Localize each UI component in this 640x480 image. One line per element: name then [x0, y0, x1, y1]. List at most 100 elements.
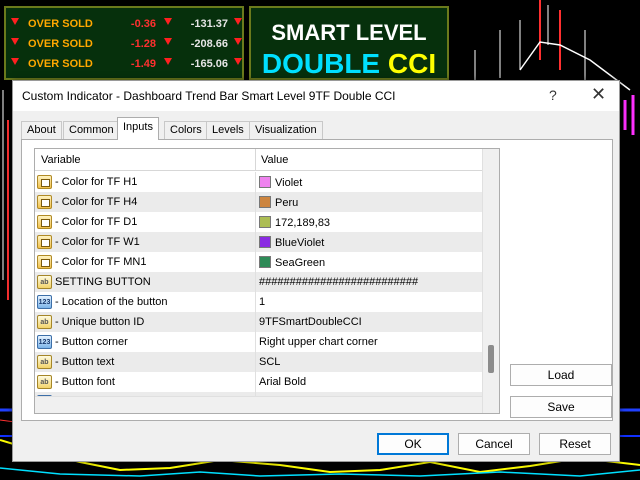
column-separator: [255, 232, 256, 252]
reset-button[interactable]: Reset: [539, 433, 611, 455]
tab-common[interactable]: Common: [63, 121, 120, 139]
input-value[interactable]: SeaGreen: [259, 256, 325, 269]
column-separator: [255, 352, 256, 372]
input-value-text: 1: [259, 296, 266, 308]
column-separator: [255, 212, 256, 232]
scrollbar-thumb[interactable]: [488, 345, 494, 373]
column-header-value[interactable]: Value: [261, 154, 288, 166]
down-arrow-icon: [11, 38, 19, 45]
input-value[interactable]: Right upper chart corner: [259, 336, 378, 348]
input-value[interactable]: Arial Bold: [259, 376, 306, 388]
text-icon: ab: [37, 355, 52, 369]
help-icon[interactable]: ?: [549, 87, 557, 103]
down-arrow-icon: [234, 38, 242, 45]
badge-word-double: DOUBLE: [261, 48, 381, 79]
input-row[interactable]: ab - Button font Arial Bold: [35, 372, 482, 392]
input-value-text: SeaGreen: [275, 257, 326, 269]
down-arrow-icon: [164, 38, 172, 45]
input-row[interactable]: - Color for TF D1 172,189,83: [35, 212, 482, 232]
column-separator: [255, 252, 256, 272]
column-separator: [255, 332, 256, 352]
input-value-text: Right upper chart corner: [259, 336, 378, 348]
color-icon: [37, 195, 52, 209]
down-arrow-icon: [234, 58, 242, 65]
text-icon: ab: [37, 275, 52, 289]
chart-left-strip: [2, 90, 9, 300]
input-value[interactable]: BlueViolet: [259, 236, 324, 249]
vertical-scrollbar[interactable]: [482, 149, 499, 413]
color-swatch[interactable]: [259, 236, 271, 248]
dashboard-row-label: OVER SOLD: [28, 58, 93, 70]
text-icon: ab: [37, 315, 52, 329]
input-variable-name: - Color for TF D1: [55, 216, 138, 228]
dialog-titlebar[interactable]: Custom Indicator - Dashboard Trend Bar S…: [13, 81, 619, 111]
number-icon: 123: [37, 295, 52, 309]
inputs-panel: Variable Value - Color for TF H1 Violet - …: [21, 139, 613, 421]
tab-about[interactable]: About: [21, 121, 62, 139]
tab-levels[interactable]: Levels: [206, 121, 250, 139]
column-separator: [255, 312, 256, 332]
input-row[interactable]: - Color for TF MN1 SeaGreen: [35, 252, 482, 272]
close-icon[interactable]: ✕: [591, 84, 606, 105]
dashboard-row-value1: -1.28: [130, 38, 156, 50]
input-row[interactable]: ab - Button text SCL: [35, 352, 482, 372]
enum-icon: 123: [37, 335, 52, 349]
input-row[interactable]: ab SETTING BUTTON ########################…: [35, 272, 482, 292]
badge-word-cci: CCI: [387, 48, 437, 79]
text-icon: ab: [37, 375, 52, 389]
input-value[interactable]: 172,189,83: [259, 216, 330, 229]
input-value-text: ##########################: [259, 276, 419, 288]
save-button[interactable]: Save: [510, 396, 612, 418]
load-button[interactable]: Load: [510, 364, 612, 386]
input-value-text: 9TFSmartDoubleCCI: [259, 316, 362, 328]
input-value[interactable]: 9TFSmartDoubleCCI: [259, 316, 362, 328]
input-row[interactable]: 123- Button corner Right upper chart corn…: [35, 332, 482, 352]
column-header-variable[interactable]: Variable: [41, 154, 81, 166]
input-value-text: BlueViolet: [275, 237, 325, 249]
input-variable-name: - Color for TF MN1: [55, 256, 147, 268]
input-variable-name: - Button text: [55, 356, 115, 368]
input-value-text: Violet: [275, 177, 303, 189]
input-value[interactable]: ##########################: [259, 276, 418, 288]
input-value-text: 172,189,83: [275, 217, 331, 229]
input-variable-name: - Button corner: [55, 336, 128, 348]
smart-level-badge: SMART LEVEL DOUBLE CCI: [249, 6, 449, 80]
input-value[interactable]: Peru: [259, 196, 298, 209]
input-value[interactable]: Violet: [259, 176, 302, 189]
color-swatch[interactable]: [259, 256, 271, 268]
input-variable-name: - Color for TF W1: [55, 236, 140, 248]
input-value-text: SCL: [259, 356, 281, 368]
input-row[interactable]: - Color for TF H1 Violet: [35, 172, 482, 192]
color-swatch[interactable]: [259, 196, 271, 208]
input-value[interactable]: SCL: [259, 356, 280, 368]
input-variable-name: - Color for TF H4: [55, 196, 138, 208]
input-row[interactable]: - Color for TF H4 Peru: [35, 192, 482, 212]
trend-dashboard-panel: OVER SOLD -0.36 -131.37 OVER SOLD -1.28 …: [4, 6, 244, 80]
down-arrow-icon: [11, 18, 19, 25]
ok-button[interactable]: OK: [377, 433, 449, 455]
dashboard-row-value1: -0.36: [130, 18, 156, 30]
input-variable-name: - Unique button ID: [55, 316, 145, 328]
input-value-text: Peru: [275, 197, 299, 209]
dashboard-row-value2: -131.37: [190, 18, 228, 30]
cancel-button[interactable]: Cancel: [458, 433, 530, 455]
badge-line2: DOUBLE CCI: [251, 48, 447, 80]
horizontal-scrollbar[interactable]: [35, 396, 482, 413]
inputs-grid: Variable Value - Color for TF H1 Violet - …: [34, 148, 500, 414]
input-row[interactable]: - Color for TF W1 BlueViolet: [35, 232, 482, 252]
dashboard-row-label: OVER SOLD: [28, 18, 93, 30]
tab-inputs[interactable]: Inputs: [117, 117, 159, 140]
input-row[interactable]: ab - Unique button ID 9TFSmartDoubleCCI: [35, 312, 482, 332]
down-arrow-icon: [234, 18, 242, 25]
color-swatch[interactable]: [259, 176, 271, 188]
tab-colors[interactable]: Colors: [164, 121, 208, 139]
input-row[interactable]: 123- Location of the button 1: [35, 292, 482, 312]
tab-visualization[interactable]: Visualization: [249, 121, 323, 139]
column-separator: [255, 149, 256, 171]
dashboard-row: OVER SOLD -1.49 -165.06: [6, 54, 242, 74]
color-swatch[interactable]: [259, 216, 271, 228]
input-value-text: Arial Bold: [259, 376, 307, 388]
input-variable-name: - Location of the button: [55, 296, 168, 308]
input-value[interactable]: 1: [259, 296, 265, 308]
down-arrow-icon: [11, 58, 19, 65]
